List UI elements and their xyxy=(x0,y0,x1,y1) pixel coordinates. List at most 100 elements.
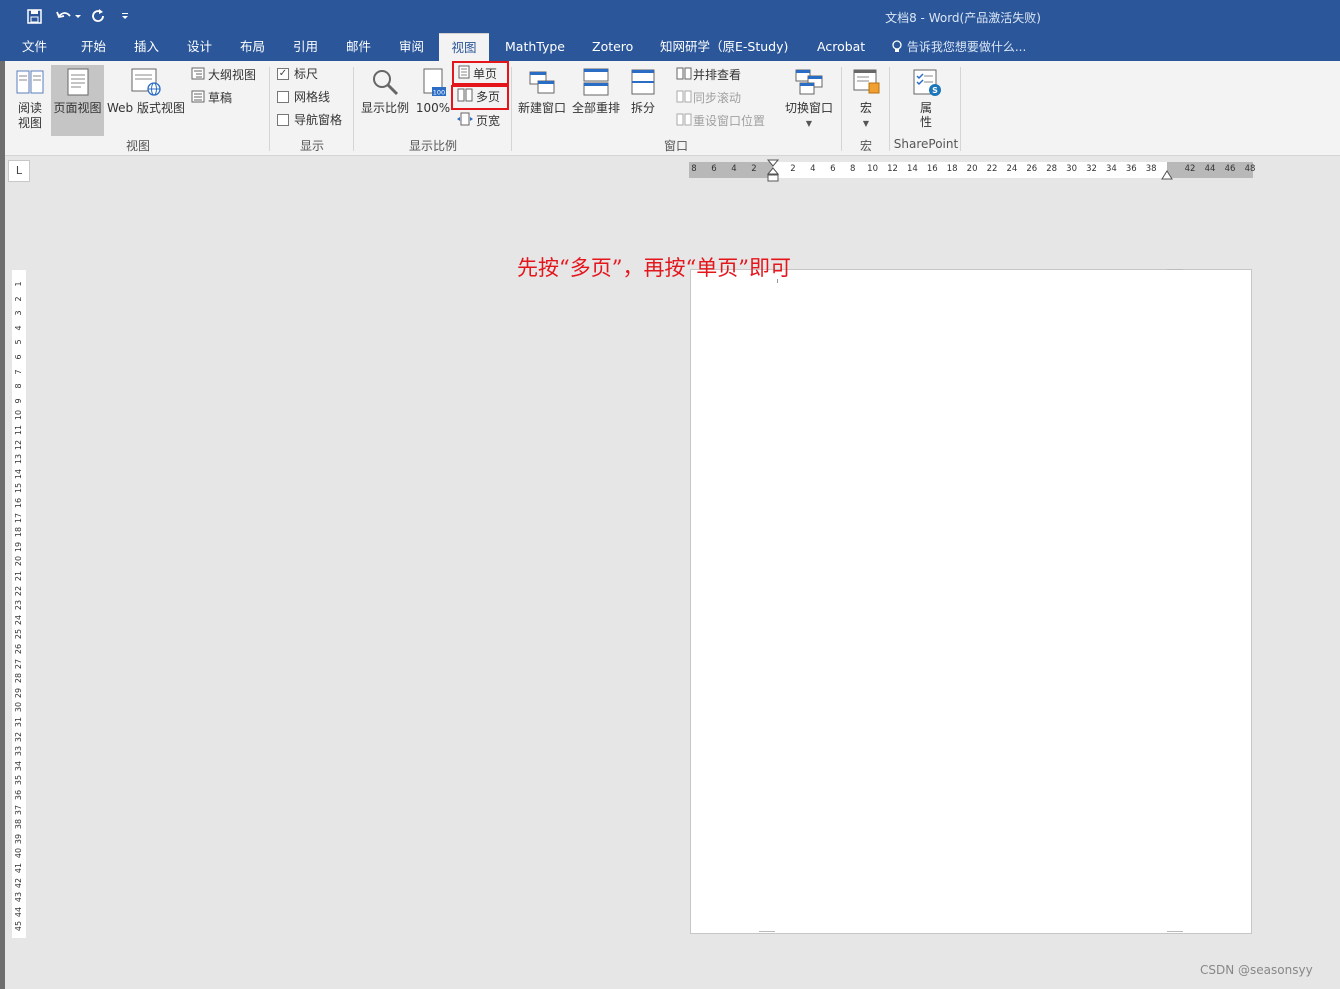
ruler-number: 25 xyxy=(14,629,23,640)
print-layout-icon xyxy=(65,67,91,100)
draft-icon xyxy=(191,89,205,109)
ruler-number: 18 xyxy=(14,527,23,538)
ruler-number: 28 xyxy=(14,673,23,684)
outline-button[interactable]: 大纲视图 xyxy=(191,65,256,85)
ruler-number: 12 xyxy=(887,164,898,174)
right-indent-marker-icon[interactable] xyxy=(1161,168,1173,180)
undo-icon[interactable] xyxy=(53,6,83,26)
tab-insert[interactable]: 插入 xyxy=(134,33,159,61)
ruler-number: 2 xyxy=(751,164,757,174)
ruler-number: 26 xyxy=(14,643,23,655)
zoom-group-label: 显示比例 xyxy=(408,139,457,153)
ruler-number: 26 xyxy=(1026,164,1038,174)
macros-button[interactable]: 宏 ▼ xyxy=(846,65,886,133)
tab-home[interactable]: 开始 xyxy=(81,33,106,61)
draft-button[interactable]: 草稿 xyxy=(191,88,232,108)
ruler-number: 43 xyxy=(14,892,23,903)
customize-icon[interactable] xyxy=(117,6,133,26)
switch-windows-button[interactable]: 切换窗口 ▼ xyxy=(782,65,836,133)
ruler-number: 20 xyxy=(14,556,23,567)
gridlines-checkbox[interactable]: 网格线 xyxy=(277,87,330,107)
tab-estudy[interactable]: 知网研学（原E-Study) xyxy=(660,33,788,61)
ruler-number: 15 xyxy=(14,483,23,494)
horizontal-ruler[interactable]: 8 6 4 2 2 4 6 8 10 12 14 16 18 20 22 24 26 28 30 32 34 36 38 42… xyxy=(689,159,1255,182)
ruler-number: 19 xyxy=(14,541,23,552)
tab-review[interactable]: 审阅 xyxy=(399,33,424,61)
tab-layout[interactable]: 布局 xyxy=(240,33,265,61)
ruler-number: 8 xyxy=(849,164,856,174)
document-page[interactable] xyxy=(690,269,1252,934)
tab-view[interactable]: 视图 xyxy=(439,33,489,62)
page-width-icon xyxy=(457,112,473,132)
tab-references[interactable]: 引用 xyxy=(293,33,318,61)
arrange-all-label: 全部重排 xyxy=(571,101,620,115)
tab-acrobat[interactable]: Acrobat xyxy=(817,33,865,61)
tab-selector[interactable]: L xyxy=(8,160,30,182)
tell-me-box[interactable]: 告诉我您想要做什么... xyxy=(891,33,1026,61)
sync-scroll-button[interactable]: 同步滚动 xyxy=(676,88,741,108)
outline-label: 大纲视图 xyxy=(208,68,257,82)
properties-button[interactable]: S 属 性 xyxy=(902,65,950,133)
split-button[interactable]: 拆分 xyxy=(625,65,661,133)
ruler-number: 22 xyxy=(14,585,23,596)
ruler-number: 12 xyxy=(14,439,23,450)
tell-me-text: 告诉我您想要做什么... xyxy=(906,40,1027,54)
ruler-checkmark-icon: ✓ xyxy=(277,67,289,80)
web-layout-button[interactable]: Web 版式视图 xyxy=(105,65,187,133)
highlight-one-page-box xyxy=(452,61,509,85)
group-separator xyxy=(960,67,961,151)
nav-pane-label: 导航窗格 xyxy=(294,113,343,127)
ruler-number: 5 xyxy=(14,339,23,345)
tab-mathtype[interactable]: MathType xyxy=(505,33,565,61)
redo-icon[interactable] xyxy=(88,6,108,26)
web-layout-label: Web 版式视图 xyxy=(107,101,185,115)
arrange-all-button[interactable]: 全部重排 xyxy=(570,65,622,133)
tab-design[interactable]: 设计 xyxy=(187,33,212,61)
ruler-number: 32 xyxy=(14,731,23,742)
ruler-number: 17 xyxy=(14,512,23,523)
outline-icon xyxy=(191,66,205,86)
tab-file[interactable]: 文件 xyxy=(22,33,47,61)
tab-mailings[interactable]: 邮件 xyxy=(346,33,371,61)
ruler-number: 32 xyxy=(1086,164,1097,174)
page-width-button[interactable]: 页宽 xyxy=(457,111,500,131)
zoom-100-button[interactable]: 100 100% xyxy=(414,65,452,133)
ruler-number: 9 xyxy=(14,398,23,404)
print-layout-button[interactable]: 页面视图 xyxy=(51,65,104,136)
zoom-button[interactable]: 显示比例 xyxy=(358,65,412,133)
ruler-number: 10 xyxy=(14,410,23,421)
nav-pane-checkbox[interactable]: 导航窗格 xyxy=(277,110,342,130)
ruler-number: 45 xyxy=(14,921,23,932)
side-by-side-button[interactable]: 并排查看 xyxy=(676,65,741,85)
macros-label: 宏 xyxy=(859,101,872,115)
ruler-checkbox[interactable]: ✓ 标尺 xyxy=(277,64,318,84)
ruler-number: 29 xyxy=(14,687,23,698)
ruler-number: 20 xyxy=(966,164,978,174)
switch-windows-label: 切换窗口 xyxy=(784,101,833,115)
new-window-label: 新建窗口 xyxy=(517,101,566,115)
split-icon xyxy=(629,67,657,100)
read-mode-button[interactable]: 阅读 视图 xyxy=(10,65,50,133)
ruler-number: 2 xyxy=(790,164,796,174)
save-icon[interactable] xyxy=(24,6,44,26)
vertical-ruler[interactable]: 1 2 3 4 5 6 7 8 9 10 11 12 13 14 15 16 17 18 19 20 21 22 23 24 2… xyxy=(12,270,26,938)
properties-icon: S xyxy=(911,67,941,100)
reset-window-position-button[interactable]: 重设窗口位置 xyxy=(676,111,765,131)
new-window-button[interactable]: 新建窗口 xyxy=(515,65,569,133)
side-by-side-icon xyxy=(676,66,692,86)
properties-label: 属 性 xyxy=(919,101,932,129)
new-window-icon xyxy=(527,67,557,100)
ruler-number: 35 xyxy=(14,775,23,786)
page-corner-mark xyxy=(1167,269,1183,270)
ruler-number: 30 xyxy=(14,702,23,713)
watermark: CSDN @seasonsyy xyxy=(1200,963,1313,977)
indent-marker-icon[interactable] xyxy=(767,159,779,183)
ruler-number: 34 xyxy=(14,760,23,771)
annotation-text: 先按“多页”，再按“单页”即可 xyxy=(517,256,791,280)
show-group-label: 显示 xyxy=(299,139,324,153)
tab-zotero[interactable]: Zotero xyxy=(592,33,633,61)
ruler-number: 22 xyxy=(986,164,998,174)
ruler-number: 33 xyxy=(14,746,23,757)
ruler-number: 3 xyxy=(14,310,23,316)
ruler-number: 14 xyxy=(906,164,918,174)
